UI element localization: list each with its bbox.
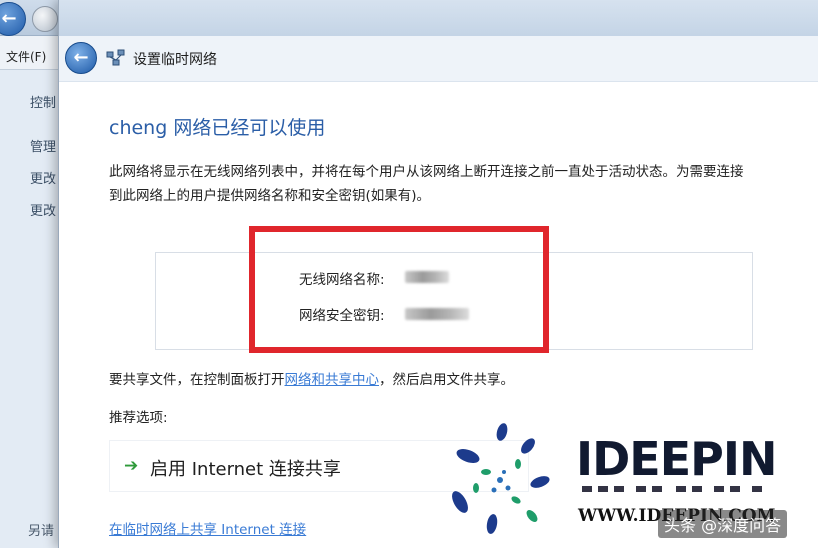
dialog-back-button[interactable]: ← bbox=[65, 42, 97, 74]
watermark-brand: IDEEPIN bbox=[576, 432, 777, 486]
share-prefix: 要共享文件，在控制面板打开 bbox=[109, 372, 285, 388]
sidebar-item[interactable]: 更改 bbox=[30, 168, 56, 187]
network-sharing-center-link[interactable]: 网络和共享中心 bbox=[285, 372, 380, 388]
dialog-titlebar bbox=[59, 0, 818, 36]
share-internet-link[interactable]: 在临时网络上共享 Internet 连接 bbox=[109, 518, 306, 538]
sidebar-item[interactable]: 管理 bbox=[30, 136, 56, 155]
watermark-caption: 头条 @深度问答 bbox=[658, 510, 788, 538]
ideepin-logo bbox=[452, 423, 550, 534]
green-arrow-icon: ➔ bbox=[124, 456, 139, 476]
sidebar-item[interactable]: 控制 bbox=[30, 92, 56, 111]
description-text: 此网络将显示在无线网络列表中，并将在每个用户从该网络上断开连接之前一直处于活动状… bbox=[109, 164, 744, 204]
enable-ics-label: 启用 Internet 连接共享 bbox=[150, 459, 341, 480]
dialog-title: 设置临时网络 bbox=[133, 52, 217, 68]
share-suffix: ，然后启用文件共享。 bbox=[379, 372, 514, 388]
sidebar-see-also-label: 另请 bbox=[28, 524, 55, 539]
sidebar-item[interactable]: 更改 bbox=[30, 200, 56, 219]
page-heading: cheng 网络已经可以使用 bbox=[109, 117, 326, 139]
background-forward-button[interactable] bbox=[32, 6, 58, 32]
share-instructions: 要共享文件，在控制面板打开网络和共享中心，然后启用文件共享。 bbox=[109, 368, 514, 388]
network-icon bbox=[106, 49, 125, 66]
watermark-subtitle-glyphs bbox=[582, 486, 762, 492]
menu-file[interactable]: 文件(F) bbox=[6, 48, 46, 65]
highlight-box bbox=[249, 226, 549, 353]
recommended-options-label: 推荐选项: bbox=[109, 410, 168, 426]
